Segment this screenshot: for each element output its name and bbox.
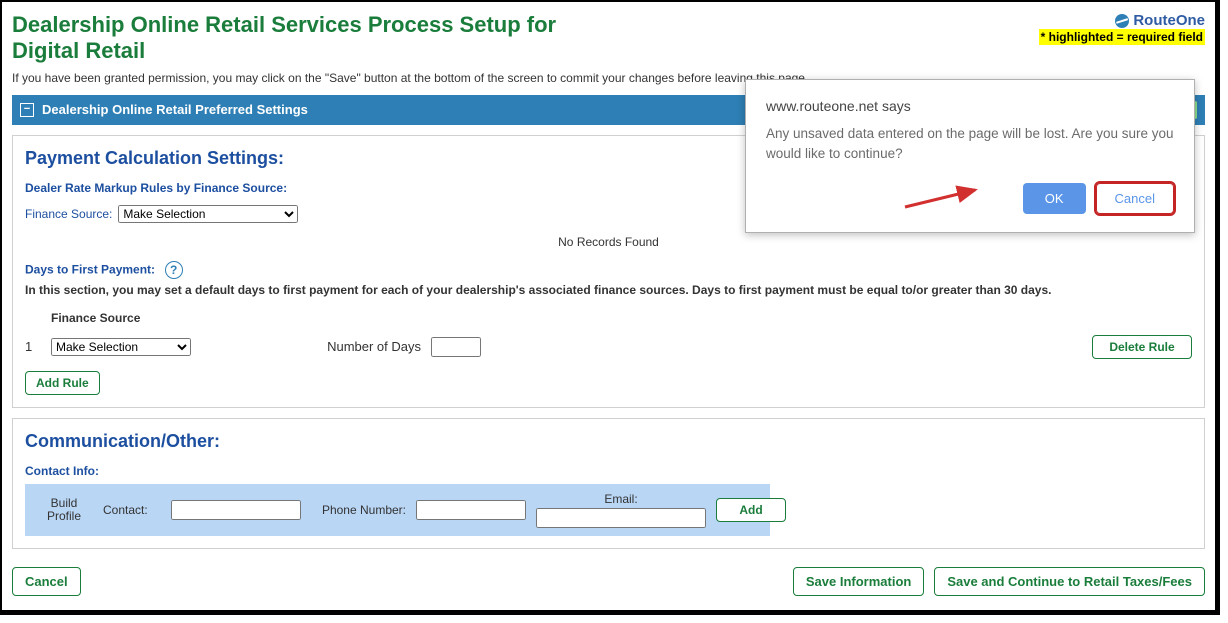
brand-name: RouteOne	[1133, 12, 1205, 29]
page-header: Dealership Online Retail Services Proces…	[12, 12, 1205, 67]
email-label: Email:	[604, 492, 637, 506]
delete-rule-button[interactable]: Delete Rule	[1092, 335, 1192, 359]
rule-finance-source-select[interactable]: Make Selection	[51, 338, 191, 356]
phone-label: Phone Number:	[311, 503, 406, 517]
comm-section-title: Communication/Other:	[25, 431, 1192, 452]
dialog-ok-button[interactable]: OK	[1023, 183, 1086, 214]
brand-block: RouteOne * highlighted = required field	[1039, 12, 1205, 45]
brand-logo: RouteOne	[1115, 12, 1205, 29]
contact-label: Contact:	[103, 503, 161, 517]
save-continue-button[interactable]: Save and Continue to Retail Taxes/Fees	[934, 567, 1205, 596]
annotation-arrow-icon	[900, 182, 985, 212]
dialog-message: Any unsaved data entered on the page wil…	[766, 124, 1174, 165]
dtfp-description: In this section, you may set a default d…	[25, 283, 1192, 297]
build-profile-label: Build Profile	[35, 497, 93, 523]
rule-row: 1 Make Selection Number of Days Delete R…	[25, 335, 1192, 359]
contact-bar: Build Profile Contact: Phone Number: Ema…	[25, 484, 770, 536]
page-title: Dealership Online Retail Services Proces…	[12, 12, 572, 65]
save-information-button[interactable]: Save Information	[793, 567, 924, 596]
contact-input[interactable]	[171, 500, 301, 520]
accordion-toggle[interactable]: −	[20, 103, 34, 117]
required-hint: * highlighted = required field	[1039, 29, 1205, 45]
num-days-label: Number of Days	[221, 339, 421, 354]
cancel-button[interactable]: Cancel	[12, 567, 81, 596]
email-input[interactable]	[536, 508, 706, 528]
dtfp-label: Days to First Payment:	[25, 262, 155, 276]
page-container: Dealership Online Retail Services Proces…	[0, 0, 1220, 615]
rule-index: 1	[25, 339, 41, 354]
brand-globe-icon	[1115, 14, 1129, 28]
help-icon[interactable]: ?	[165, 261, 183, 279]
accordion-title: Dealership Online Retail Preferred Setti…	[42, 102, 308, 117]
finance-source-select[interactable]: Make Selection	[118, 205, 298, 223]
dialog-origin: www.routeone.net says	[766, 98, 1174, 114]
add-contact-button[interactable]: Add	[716, 498, 786, 522]
no-records-text: No Records Found	[25, 235, 1192, 249]
footer-row: Cancel Save Information Save and Continu…	[12, 567, 1205, 596]
comm-panel: Communication/Other: Contact Info: Build…	[12, 418, 1205, 549]
phone-input[interactable]	[416, 500, 526, 520]
num-days-input[interactable]	[431, 337, 481, 357]
col-finance-source: Finance Source	[51, 311, 211, 325]
finance-source-label: Finance Source:	[25, 207, 112, 221]
add-rule-button[interactable]: Add Rule	[25, 371, 100, 395]
dialog-cancel-button[interactable]: Cancel	[1096, 183, 1174, 214]
contact-info-label: Contact Info:	[25, 464, 1192, 478]
